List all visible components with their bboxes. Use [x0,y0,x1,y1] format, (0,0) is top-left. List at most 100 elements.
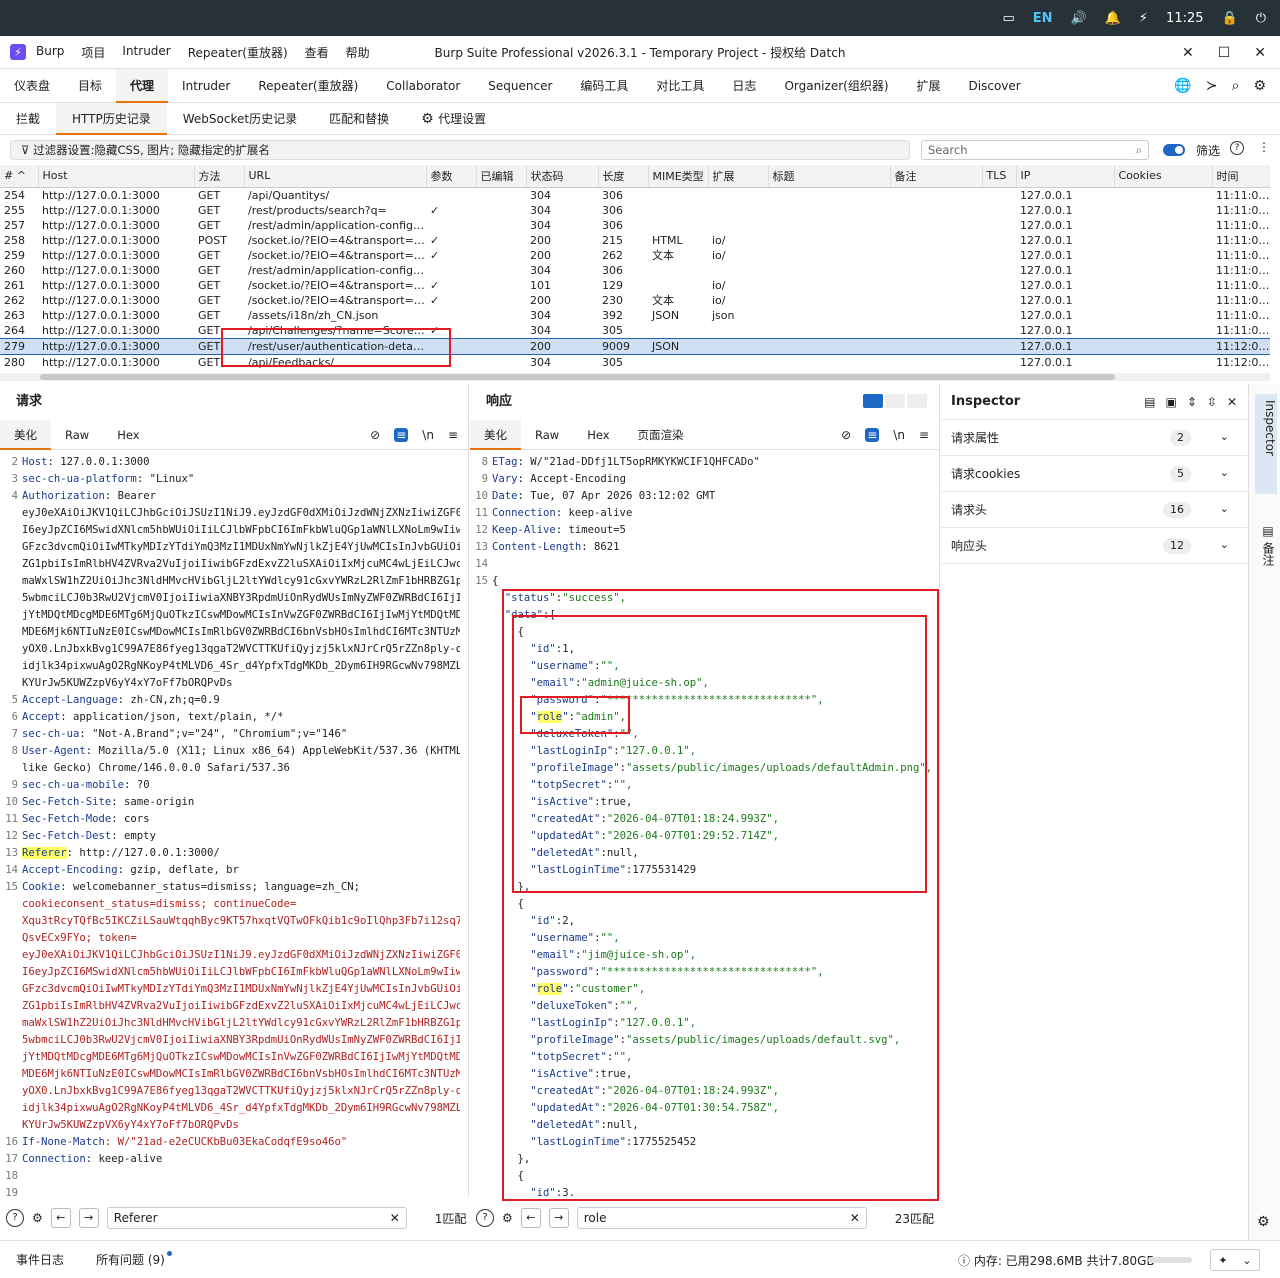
column-header-12[interactable]: TLS [982,165,1017,188]
menu-item-5[interactable]: 帮助 [346,44,370,61]
tab-0[interactable]: 仪表盘 [0,69,64,103]
request-tab-0[interactable]: 美化 [0,419,51,450]
filter-toggle[interactable] [1163,144,1185,156]
response-editor[interactable]: 8 ETag: W/"21ad-DDfj1LT5opRMKYKWCIF1QHFCA… [470,454,931,1196]
table-row[interactable]: 258 http://127.0.0.1:3000 POST/socket.io/?… [0,233,1270,248]
language-indicator[interactable]: EN [1033,11,1053,26]
tab-12[interactable]: Discover [955,69,1035,103]
chevron-down-icon[interactable]: ⌄ [1220,538,1229,551]
chevron-down-icon[interactable]: ⌄ [1220,502,1229,515]
column-header-13[interactable]: IP [1016,165,1115,188]
close-icon[interactable]: ✕ [1254,45,1266,61]
column-header-6[interactable]: 状态码 [526,165,599,188]
event-log-tab[interactable]: 事件日志 [0,1251,80,1268]
forward-arrow-icon[interactable]: → [78,1208,99,1228]
tab-3[interactable]: Intruder [168,69,244,103]
column-header-1[interactable]: Host [38,165,195,188]
history-search-input[interactable]: Search ⌕ [921,140,1149,160]
inspector-side-tab[interactable]: Inspector [1255,394,1277,494]
response-search-input[interactable]: role ✕ [576,1207,867,1229]
newline-icon[interactable]: \n [422,428,434,442]
menu-item-3[interactable]: Repeater(重放器) [188,44,288,61]
table-row[interactable]: 254 http://127.0.0.1:3000 GET/api/Quantity… [0,187,1270,203]
tab-6[interactable]: Sequencer [474,69,566,103]
column-header-8[interactable]: MIME类型 [648,165,709,188]
column-header-15[interactable]: 时间 [1212,165,1270,188]
tab-2[interactable]: 代理 [116,68,169,103]
inspector-section-0[interactable]: 请求属性 2 ⌄ [941,420,1247,456]
column-header-5[interactable]: 已编辑 [476,165,527,188]
request-editor[interactable]: 2 Host: 127.0.0.1:3000 3 sec-ch-ua-platform… [0,454,460,1196]
notes-side-tab[interactable]: ▤ 备注 [1255,524,1277,566]
settings-icon[interactable]: ⚙ [1257,1214,1270,1230]
screen-icon[interactable]: ▭ [1002,11,1014,26]
wrap-icon[interactable]: ≡ [394,428,409,442]
request-tab-1[interactable]: Raw [51,420,103,450]
inspector-section-1[interactable]: 请求cookies 5 ⌄ [941,456,1247,492]
single-layout-icon[interactable] [907,394,927,408]
tab-8[interactable]: 对比工具 [642,69,718,103]
column-header-3[interactable]: URL [244,165,427,188]
expand-icon[interactable]: ⇕ [1187,384,1197,420]
help-icon[interactable]: ? [1230,141,1244,155]
menu-item-1[interactable]: 项目 [81,44,105,61]
column-header-11[interactable]: 备注 [890,165,983,188]
newline-icon[interactable]: \n [893,428,905,442]
table-row[interactable]: 261 http://127.0.0.1:3000 GET/socket.io/?E… [0,278,1270,293]
clear-icon[interactable]: ✕ [390,1208,400,1228]
table-row[interactable]: 263 http://127.0.0.1:3000 GET/assets/i18n/… [0,308,1270,323]
proxy-tab-0[interactable]: 拦截 [0,103,56,135]
column-header-9[interactable]: 扩展 [708,165,769,188]
table-row[interactable]: 279 http://127.0.0.1:3000 GET/rest/user/au… [0,337,1270,355]
settings-icon[interactable]: ⚙ [32,1211,43,1225]
chevron-down-icon[interactable]: ⌄ [1220,430,1229,443]
lock-icon[interactable]: 🔒 [1222,11,1238,26]
table-row[interactable]: 280 http://127.0.0.1:3000 GET/api/Feedback… [0,354,1270,370]
request-tab-2[interactable]: Hex [103,420,153,450]
power-icon[interactable]: ⏻ [1256,11,1266,26]
menu-item-2[interactable]: Intruder [122,44,170,61]
wrap-icon[interactable]: ≡ [865,428,880,442]
table-row[interactable]: 264 http://127.0.0.1:3000 GET/api/Challeng… [0,323,1270,339]
response-tab-0[interactable]: 美化 [470,419,521,450]
globe-icon[interactable]: 🌐 [1174,78,1191,94]
collapse-icon[interactable]: ⇳ [1207,384,1217,420]
clear-icon[interactable]: ✕ [850,1208,860,1228]
menu-item-0[interactable]: Burp [36,44,64,61]
help-icon[interactable]: ? [476,1209,494,1227]
table-row[interactable]: 255 http://127.0.0.1:3000 GET/rest/product… [0,203,1270,218]
proxy-tab-4[interactable]: ⚙ 代理设置 [405,103,502,135]
inspector-section-3[interactable]: 响应头 12 ⌄ [941,528,1247,564]
column-header-0[interactable]: # ^ [0,165,39,188]
split-layout-icon[interactable] [863,394,883,408]
proxy-tab-1[interactable]: HTTP历史记录 [56,102,167,135]
table-row[interactable]: 260 http://127.0.0.1:3000 GET/rest/admin/a… [0,263,1270,278]
more-options-icon[interactable]: ⋮ [1258,140,1270,154]
table-row[interactable]: 262 http://127.0.0.1:3000 GET/socket.io/?E… [0,293,1270,308]
notification-icon[interactable]: 🔔 [1105,11,1121,26]
tab-4[interactable]: Repeater(重放器) [244,69,372,103]
column-header-10[interactable]: 标题 [768,165,891,188]
hide-icon[interactable]: ⊘ [841,428,851,442]
volume-icon[interactable]: 🔊 [1071,11,1087,26]
column-header-14[interactable]: Cookies [1114,165,1213,188]
help-icon[interactable]: ? [6,1209,24,1227]
search-icon[interactable]: ⌕ [1232,78,1240,94]
column-header-2[interactable]: 方法 [194,165,245,188]
hide-icon[interactable]: ⊘ [370,428,380,442]
maximize-icon[interactable]: ☐ [1218,45,1231,61]
table-row[interactable]: 257 http://127.0.0.1:3000 GET/rest/admin/a… [0,218,1270,233]
column-header-7[interactable]: 长度 [598,165,649,188]
menu-item-4[interactable]: 查看 [305,44,329,61]
chevron-down-icon[interactable]: ⌄ [1220,466,1229,479]
ai-menu-button[interactable]: ✦ ⌄ [1210,1249,1260,1271]
horizontal-layout-icon[interactable] [885,394,905,408]
power-status-icon[interactable]: ⚡ [1139,11,1148,26]
horizontal-scrollbar[interactable] [0,373,1270,381]
request-search-input[interactable]: Referer ✕ [106,1207,407,1229]
menu-icon[interactable]: ≡ [919,428,929,442]
tab-11[interactable]: 扩展 [903,69,955,103]
minimize-icon[interactable]: ✕ [1182,45,1194,61]
settings-icon[interactable]: ⚙ [502,1211,513,1225]
tab-9[interactable]: 日志 [718,69,770,103]
